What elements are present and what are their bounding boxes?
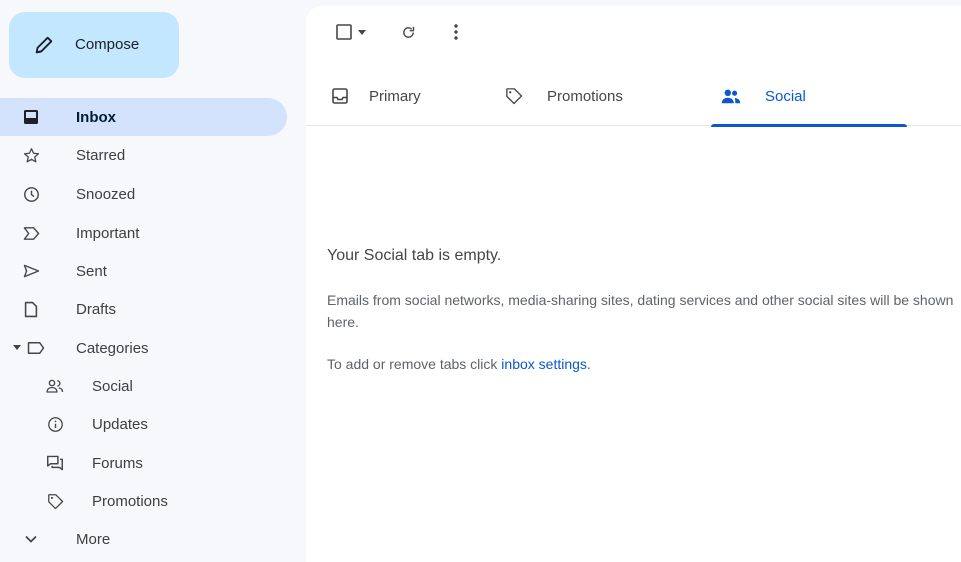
category-tabs: Primary Promotions Social [306, 68, 961, 127]
more-options-button[interactable] [448, 20, 464, 44]
hint-suffix: . [586, 356, 591, 372]
sidebar-item-label: Promotions [92, 493, 168, 510]
sidebar-item-sent[interactable]: Sent [0, 252, 287, 290]
sidebar-item-social[interactable]: Social [0, 367, 287, 405]
select-all-button[interactable] [330, 20, 372, 44]
sidebar-item-label: Important [76, 225, 140, 242]
inbox-icon [22, 108, 40, 126]
sidebar-item-promotions[interactable]: Promotions [0, 482, 287, 520]
sidebar-item-label: Snoozed [76, 186, 136, 203]
empty-state-description: Emails from social networks, media-shari… [327, 292, 954, 330]
hint-text: To add or remove tabs click [327, 356, 502, 372]
sidebar-item-label: Starred [76, 147, 126, 164]
refresh-button[interactable] [398, 20, 418, 44]
caret-down-icon[interactable] [13, 345, 21, 350]
sidebar-item-snoozed[interactable]: Snoozed [0, 175, 287, 213]
empty-state-title: Your Social tab is empty. [327, 247, 502, 264]
people-icon [46, 377, 64, 395]
important-icon [22, 224, 40, 242]
tab-label: Social [765, 88, 806, 105]
tab-promotions[interactable]: Promotions [496, 68, 696, 126]
tab-primary[interactable]: Primary [320, 68, 480, 126]
draft-icon [22, 300, 40, 318]
sidebar-item-forums[interactable]: Forums [0, 444, 287, 482]
pencil-icon [33, 34, 55, 56]
empty-state-hint: To add or remove tabs click inbox settin… [327, 356, 591, 372]
sidebar-item-starred[interactable]: Starred [0, 136, 287, 174]
sidebar-item-label: More [76, 531, 111, 548]
caret-down-icon [358, 29, 366, 35]
sidebar-item-label: Updates [92, 416, 148, 433]
sidebar-item-label: Social [92, 378, 133, 395]
sidebar: Compose Inbox Starred Snoozed Important … [0, 0, 306, 562]
compose-label: Compose [75, 36, 140, 53]
tab-label: Primary [369, 88, 421, 105]
sidebar-item-label: Forums [92, 455, 143, 472]
sidebar-item-inbox[interactable]: Inbox [0, 98, 287, 136]
people-icon [721, 86, 741, 106]
chevron-down-icon [22, 530, 40, 548]
active-tab-indicator [711, 124, 907, 127]
checkbox-icon [336, 24, 352, 40]
inbox-settings-link[interactable]: inbox settings [501, 356, 587, 372]
tag-icon [504, 86, 524, 106]
more-vert-icon [454, 24, 458, 40]
sidebar-item-important[interactable]: Important [0, 214, 287, 252]
sidebar-item-label: Sent [76, 263, 107, 280]
inbox-icon [330, 86, 350, 106]
info-icon [46, 415, 64, 433]
sidebar-item-label: Categories [76, 340, 149, 357]
sidebar-item-more[interactable]: More [0, 520, 287, 558]
sidebar-item-label: Inbox [76, 109, 116, 126]
label-icon [27, 339, 45, 357]
star-icon [22, 146, 40, 164]
clock-icon [22, 185, 40, 203]
forum-icon [46, 454, 64, 472]
tab-label: Promotions [547, 88, 623, 105]
sidebar-item-updates[interactable]: Updates [0, 405, 287, 443]
compose-button[interactable]: Compose [9, 12, 179, 78]
main-panel: Primary Promotions Social Your Social ta… [306, 6, 961, 562]
tag-icon [46, 492, 64, 510]
tab-social[interactable]: Social [711, 68, 907, 127]
sidebar-item-drafts[interactable]: Drafts [0, 290, 287, 328]
sidebar-item-label: Drafts [76, 301, 117, 318]
sidebar-item-categories[interactable]: Categories [0, 329, 287, 367]
send-icon [22, 262, 40, 280]
refresh-icon [401, 25, 416, 40]
